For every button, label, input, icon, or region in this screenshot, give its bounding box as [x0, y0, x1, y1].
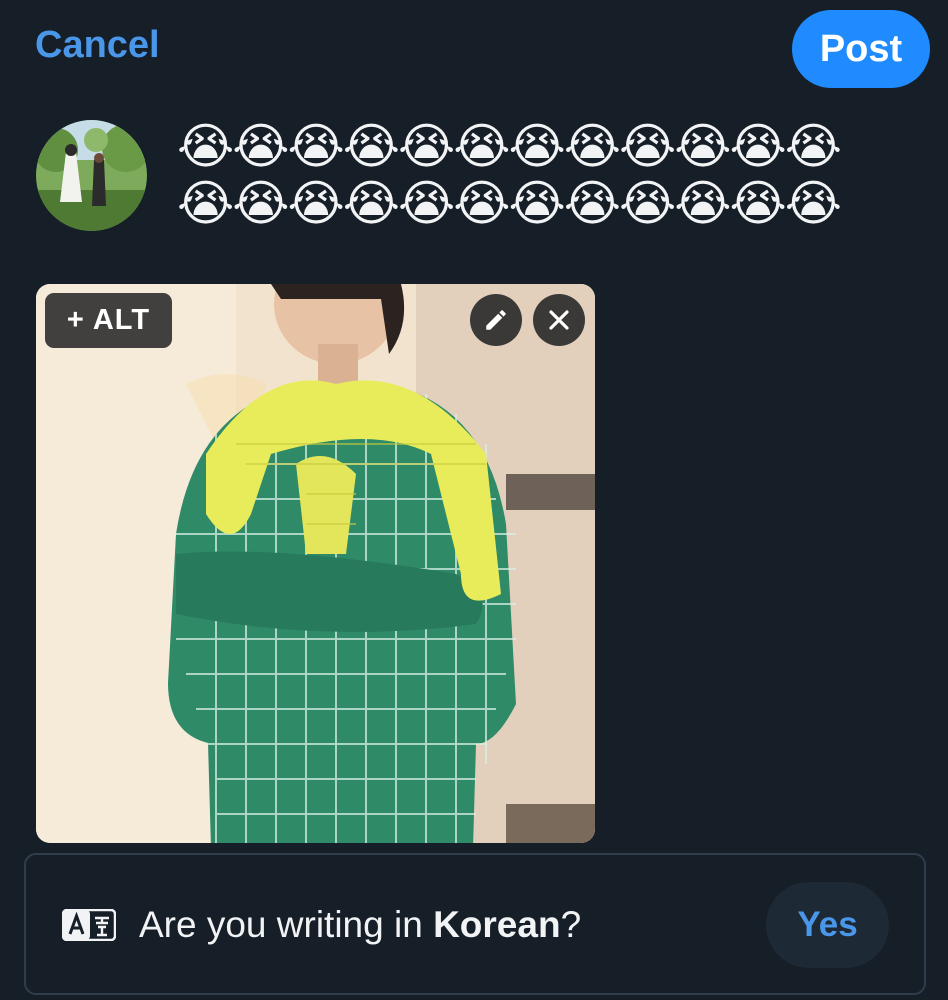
language-name: Korean: [433, 904, 561, 945]
close-icon: [549, 310, 569, 330]
language-suggestion-banner: Are you writing in Korean? Yes: [24, 853, 926, 995]
edit-image-button[interactable]: [470, 294, 522, 346]
add-alt-text-button[interactable]: + ALT: [45, 293, 172, 348]
media-preview: + ALT: [36, 284, 595, 843]
remove-image-button[interactable]: [533, 294, 585, 346]
post-text[interactable]: 😭😭😭😭😭😭😭😭😭😭😭😭😭😭😭😭😭😭😭😭😭😭😭😭: [177, 118, 877, 232]
pencil-icon: [486, 310, 506, 330]
language-prompt-text: Are you writing in Korean?: [139, 904, 581, 946]
cancel-button[interactable]: Cancel: [35, 24, 160, 67]
translate-icon: [62, 909, 116, 941]
post-button[interactable]: Post: [792, 10, 930, 88]
photo: [36, 284, 595, 843]
avatar-image: [36, 120, 147, 231]
language-prompt-suffix: ?: [560, 904, 582, 945]
language-prompt-prefix: Are you writing in: [139, 904, 434, 945]
avatar[interactable]: [36, 120, 147, 231]
confirm-language-button[interactable]: Yes: [766, 882, 889, 968]
